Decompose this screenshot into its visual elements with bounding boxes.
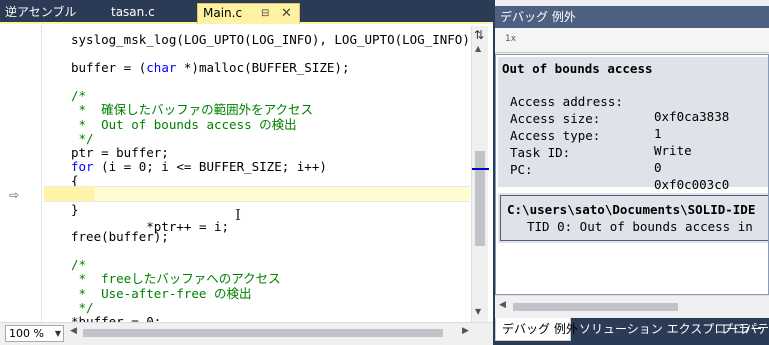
current-statement-arrow-icon: ⇨ (9, 188, 20, 202)
tab-tasan-c[interactable]: tasan.c (103, 3, 197, 24)
breakpoint-highlight (44, 187, 94, 201)
scroll-left-icon[interactable]: ◀ (70, 326, 77, 336)
exception-value: 0xf0c003c0 (654, 177, 730, 192)
code-text: *)malloc(BUFFER_SIZE); (176, 60, 350, 75)
code-line: buffer = (char *)malloc(BUFFER_SIZE); (71, 60, 349, 76)
exception-value: 0xf0ca3838 (654, 109, 730, 124)
exception-row: Access type: Write (510, 113, 692, 158)
comment-line: * Out of bounds access の検出 (71, 117, 297, 132)
editor-bottom-bar: 100 % ▼ ◀ ▶ (0, 322, 493, 345)
debug-toolbar: 1x (495, 28, 769, 53)
scroll-down-icon[interactable]: ▼ (475, 307, 481, 316)
scroll-position-marker (472, 168, 489, 170)
tab-properties[interactable]: プロパティ (715, 318, 769, 341)
exception-value: 0 (654, 160, 662, 175)
scroll-left-icon[interactable]: ◀ (499, 300, 506, 310)
close-icon[interactable]: ✕ (281, 4, 292, 23)
scroll-right-icon[interactable]: ▶ (462, 326, 469, 336)
code-line: *buffer = 0; (71, 314, 162, 322)
debug-content: Out of bounds access Access address: 0xf… (495, 54, 769, 295)
source-path: C:\users\sato\Documents\SOLID-IDE (507, 202, 756, 217)
source-detail: TID 0: Out of bounds access in (527, 219, 753, 234)
zoom-value: 100 % (9, 327, 44, 340)
code-line: for (i = 0; i <= BUFFER_SIZE; i++) (71, 159, 327, 175)
code-editor[interactable]: syslog_msk_log(LOG_UPTO(LOG_INFO), LOG_U… (44, 26, 471, 322)
comment-line: * Use-after-free の検出 (71, 286, 252, 301)
comment-line: * 確保したバッファの範囲外をアクセス (71, 102, 313, 117)
tab-label: tasan.c (111, 5, 155, 19)
comment-line: * freeしたバッファへのアクセス (71, 271, 281, 286)
exception-row: Task ID: 0 (510, 130, 662, 175)
pin-icon[interactable]: ⊟ (261, 4, 269, 23)
split-view-icon[interactable]: ⇅ (474, 28, 484, 42)
code-line: } (71, 202, 79, 217)
exception-row: Access size: 1 (510, 96, 662, 141)
text-cursor-icon: I (235, 206, 241, 224)
code-text: syslog_msk_log(LOG_UPTO(LOG_INFO), LOG_U… (71, 32, 471, 47)
debug-exception-pane: デバッグ 例外 1x Out of bounds access Access a… (495, 0, 769, 345)
zoom-select[interactable]: 100 % ▼ (5, 325, 64, 342)
tab-main-c[interactable]: Main.c ⊟ ✕ (197, 3, 300, 24)
document-tab-strip: 逆アセンブル tasan.c Main.c ⊟ ✕ (0, 0, 493, 24)
exception-row: Access address: 0xf0ca3838 (510, 79, 729, 124)
scroll-up-icon[interactable]: ▲ (475, 44, 481, 53)
bottom-tab-strip: デバッグ 例外 ソリューション エクスプローラー プロパティ (495, 318, 769, 345)
line-gutter: ⇨ (0, 26, 42, 322)
chevron-down-icon: ▼ (54, 329, 61, 338)
exception-row: PC: 0xf0c003c0 (510, 147, 729, 192)
keyword: for (71, 159, 94, 174)
debug-pane-title[interactable]: デバッグ 例外 (495, 6, 769, 28)
code-text: buffer = ( (71, 60, 147, 75)
code-line: syslog_msk_log(LOG_UPTO(LOG_INFO), LOG_U… (71, 32, 471, 48)
editor-pane: 逆アセンブル tasan.c Main.c ⊟ ✕ ⇨ syslog_msk_l… (0, 0, 493, 345)
tab-label: Main.c (203, 6, 243, 20)
exception-value: 1 (654, 126, 662, 141)
scroll-thumb[interactable] (475, 151, 485, 246)
exception-source-link[interactable]: C:\users\sato\Documents\SOLID-IDE TID 0:… (498, 193, 768, 243)
tab-label: 逆アセンブル (5, 5, 77, 19)
keyword: char (146, 60, 177, 75)
horizontal-scroll-thumb[interactable] (513, 303, 678, 311)
debug-horizontal-scrollbar[interactable]: ◀ (495, 295, 769, 317)
code-text: (i = 0; i <= BUFFER_SIZE; i++) (93, 159, 327, 174)
vertical-scrollbar[interactable]: ⇅ ▲ ▼ (471, 26, 489, 322)
exception-title: Out of bounds access (502, 61, 653, 76)
exception-details: Out of bounds access Access address: 0xf… (498, 57, 768, 192)
tab-disassembly[interactable]: 逆アセンブル (0, 3, 95, 24)
toolbar-icon[interactable]: 1x (505, 34, 516, 44)
exception-key: PC: (510, 162, 533, 177)
current-statement-line: *ptr++ = i; (44, 186, 470, 234)
horizontal-scroll-thumb[interactable] (83, 329, 443, 337)
code-line: free(buffer); (71, 229, 169, 244)
exception-value: Write (654, 143, 692, 158)
tab-debug-exception[interactable]: デバッグ 例外 (495, 318, 578, 341)
